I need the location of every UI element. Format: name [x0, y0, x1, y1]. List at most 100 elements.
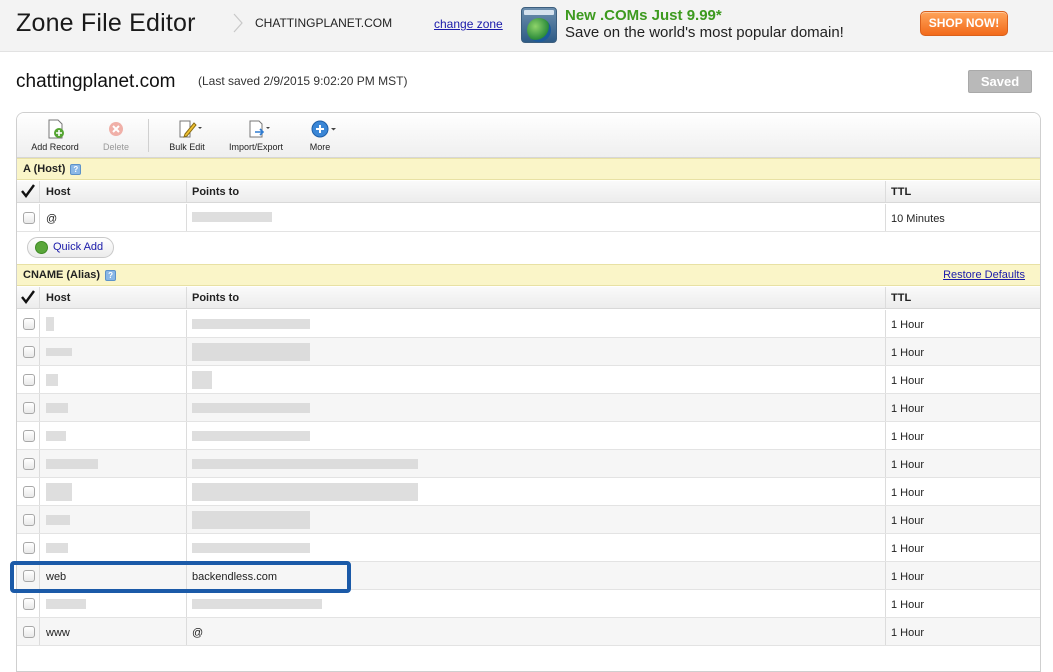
redacted-value — [46, 543, 68, 553]
col-ttl[interactable]: TTL — [891, 292, 911, 304]
add-record-icon — [45, 119, 65, 139]
bulk-edit-button[interactable]: Bulk Edit — [167, 119, 207, 152]
row-checkbox[interactable] — [23, 318, 35, 330]
row-checkbox[interactable] — [23, 486, 35, 498]
row-ttl[interactable]: 1 Hour — [891, 459, 924, 471]
redacted-value — [192, 459, 418, 469]
col-points-to[interactable]: Points to — [192, 292, 239, 304]
bulk-edit-icon — [177, 119, 202, 139]
cname-section-header: CNAME (Alias)? Restore Defaults — [17, 264, 1040, 286]
row-points-to[interactable]: @ — [192, 627, 203, 639]
redacted-value — [192, 511, 310, 529]
row-ttl[interactable]: 1 Hour — [891, 319, 924, 331]
more-button[interactable]: More — [304, 119, 336, 152]
delete-button[interactable]: Delete — [101, 119, 131, 152]
redacted-value — [46, 599, 86, 609]
row-checkbox[interactable] — [23, 514, 35, 526]
table-row[interactable]: www @1 Hour — [17, 618, 1040, 646]
row-ttl[interactable]: 1 Hour — [891, 571, 924, 583]
redacted-value — [46, 515, 70, 525]
shop-now-button[interactable]: SHOP NOW! — [920, 11, 1008, 36]
table-row[interactable]: 1 Hour — [17, 590, 1040, 618]
table-row[interactable]: 1 Hour — [17, 534, 1040, 562]
table-row[interactable]: 1 Hour — [17, 310, 1040, 338]
row-checkbox[interactable] — [23, 374, 35, 386]
row-checkbox[interactable] — [23, 402, 35, 414]
row-checkbox[interactable] — [23, 458, 35, 470]
editor-toolbar: Add Record Delete Bulk Edit Import/Expor… — [17, 113, 1040, 158]
row-host[interactable]: web — [46, 571, 66, 583]
row-ttl[interactable]: 1 Hour — [891, 599, 924, 611]
table-row[interactable]: 1 Hour — [17, 338, 1040, 366]
row-checkbox[interactable] — [23, 430, 35, 442]
table-row[interactable]: 1 Hour — [17, 450, 1040, 478]
quick-add-row: Quick Add — [17, 232, 1040, 265]
a-host-section-header: A (Host)? — [17, 158, 1040, 180]
chevron-right-icon — [233, 13, 243, 33]
help-icon[interactable]: ? — [70, 163, 82, 175]
redacted-value — [192, 319, 310, 329]
promo-headline: New .COMs Just 9.99* — [565, 7, 722, 24]
row-host[interactable]: @ — [46, 213, 57, 225]
row-checkbox[interactable] — [23, 212, 35, 224]
toolbar-divider — [148, 119, 149, 152]
row-ttl[interactable]: 1 Hour — [891, 375, 924, 387]
top-header: Zone File Editor CHATTINGPLANET.COM chan… — [0, 0, 1053, 52]
table-row[interactable]: 1 Hour — [17, 366, 1040, 394]
row-host[interactable]: www — [46, 627, 70, 639]
saved-button[interactable]: Saved — [968, 70, 1032, 93]
row-checkbox[interactable] — [23, 598, 35, 610]
change-zone-link[interactable]: change zone — [434, 17, 503, 31]
table-row[interactable]: 1 Hour — [17, 422, 1040, 450]
more-icon — [310, 119, 336, 139]
zone-editor-panel: Add Record Delete Bulk Edit Import/Expor… — [16, 112, 1041, 672]
quick-add-button[interactable]: Quick Add — [27, 237, 114, 258]
plus-circle-icon — [35, 241, 48, 254]
table-row[interactable]: 1 Hour — [17, 506, 1040, 534]
redacted-value — [46, 348, 72, 356]
row-checkbox[interactable] — [23, 346, 35, 358]
col-ttl[interactable]: TTL — [891, 186, 911, 198]
table-row[interactable]: web backendless.com 1 Hour — [17, 562, 1040, 590]
row-checkbox[interactable] — [23, 542, 35, 554]
redacted-value — [192, 371, 212, 389]
select-all-checkmark-icon[interactable] — [21, 184, 35, 198]
promo-globe-icon — [521, 7, 557, 43]
bulk-edit-label: Bulk Edit — [169, 142, 205, 152]
redacted-value — [46, 374, 58, 386]
add-record-label: Add Record — [31, 142, 79, 152]
table-row[interactable]: @ 10 Minutes — [17, 204, 1040, 232]
a-host-column-header: Host Points to TTL — [17, 181, 1040, 203]
row-checkbox[interactable] — [23, 626, 35, 638]
row-ttl[interactable]: 1 Hour — [891, 403, 924, 415]
delete-icon — [106, 119, 126, 139]
row-ttl[interactable]: 1 Hour — [891, 431, 924, 443]
row-ttl[interactable]: 1 Hour — [891, 347, 924, 359]
row-ttl[interactable]: 1 Hour — [891, 515, 924, 527]
redacted-value — [46, 483, 72, 501]
cname-column-header: Host Points to TTL — [17, 287, 1040, 309]
select-all-checkmark-icon[interactable] — [21, 290, 35, 304]
row-ttl[interactable]: 10 Minutes — [891, 213, 945, 225]
col-host[interactable]: Host — [46, 186, 70, 198]
restore-defaults-link[interactable]: Restore Defaults — [943, 269, 1025, 281]
redacted-value — [46, 431, 66, 441]
redacted-value — [192, 483, 418, 501]
redacted-value — [46, 317, 54, 331]
help-icon[interactable]: ? — [105, 269, 117, 281]
redacted-value — [192, 599, 322, 609]
add-record-button[interactable]: Add Record — [30, 119, 80, 152]
table-row[interactable]: 1 Hour — [17, 478, 1040, 506]
more-label: More — [309, 142, 331, 152]
row-ttl[interactable]: 1 Hour — [891, 543, 924, 555]
row-ttl[interactable]: 1 Hour — [891, 627, 924, 639]
redacted-value — [192, 543, 310, 553]
row-points-to[interactable]: backendless.com — [192, 571, 277, 583]
col-points-to[interactable]: Points to — [192, 186, 239, 198]
table-row[interactable]: 1 Hour — [17, 394, 1040, 422]
col-host[interactable]: Host — [46, 292, 70, 304]
row-ttl[interactable]: 1 Hour — [891, 487, 924, 499]
row-checkbox[interactable] — [23, 570, 35, 582]
import-export-button[interactable]: Import/Export — [226, 119, 286, 152]
import-export-label: Import/Export — [228, 142, 284, 152]
